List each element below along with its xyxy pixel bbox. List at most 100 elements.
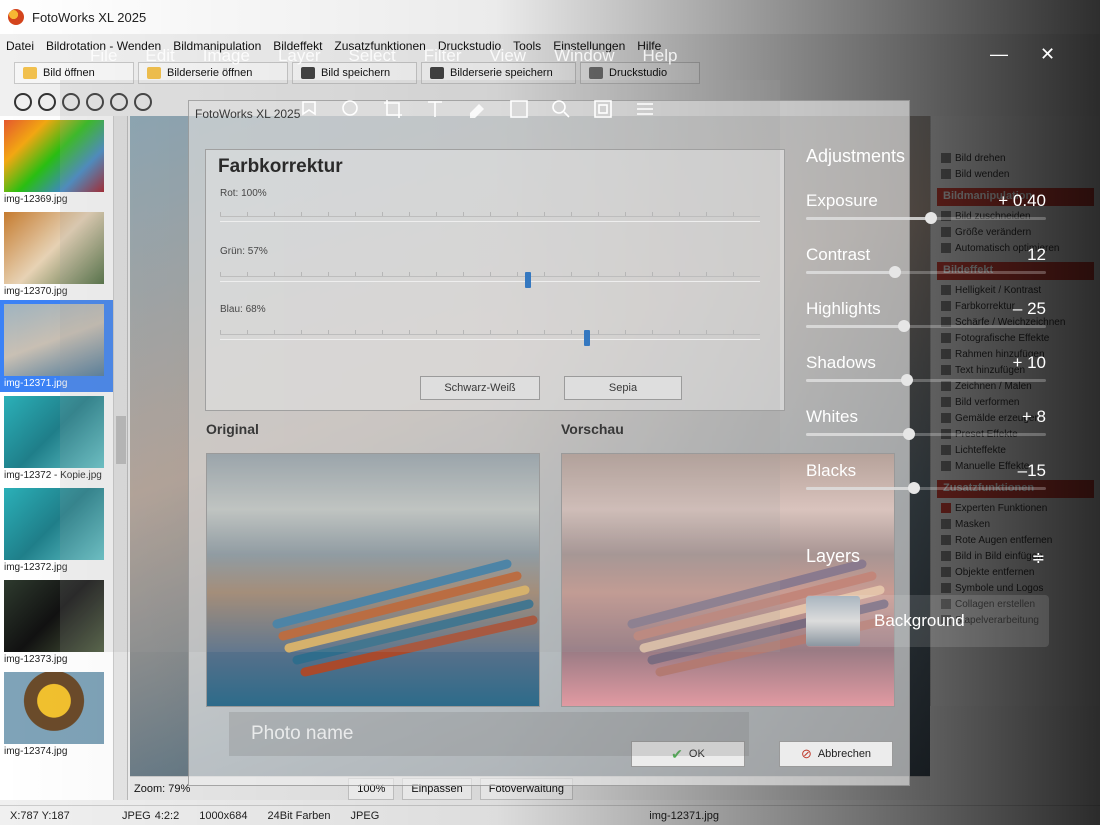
exposure-label: Exposure xyxy=(806,191,878,210)
thumbnail-caption: img-12371.jpg xyxy=(4,378,68,389)
open-image-label: Bild öffnen xyxy=(43,67,95,79)
zoom-label: Zoom: 79% xyxy=(134,782,191,795)
shadows-slider[interactable]: Shadows + 10 xyxy=(806,353,1056,407)
red-slider-label: Rot: 100% xyxy=(220,188,267,199)
editor-menu-view[interactable]: View xyxy=(490,46,527,66)
contrast-handle[interactable] xyxy=(888,266,901,278)
panel-item[interactable]: Masken xyxy=(937,516,1094,532)
thumbnail-caption: img-12370.jpg xyxy=(4,286,68,297)
contrast-slider[interactable]: Contrast 12 xyxy=(806,245,1056,299)
layers-title: Layers xyxy=(806,546,861,566)
highlights-slider[interactable]: Highlights – 25 xyxy=(806,299,1056,353)
editor-menu-select[interactable]: Select xyxy=(348,46,395,66)
file-name: img-12371.jpg xyxy=(649,809,719,822)
thumbnail-item[interactable]: img-12369.jpg xyxy=(0,116,127,208)
flip-icon[interactable] xyxy=(110,93,128,111)
dialog-title: FotoWorks XL 2025 xyxy=(195,107,301,121)
black-white-button[interactable]: Schwarz-Weiß xyxy=(420,376,540,400)
editor-menu-edit[interactable]: Edit xyxy=(145,46,174,66)
chroma-sampling: 4:2:2 xyxy=(154,809,180,822)
panel-item-label: Masken xyxy=(955,518,991,530)
editor-menu-help[interactable]: Help xyxy=(643,46,678,66)
panel-item-label: Objekte entfernen xyxy=(955,566,1035,578)
thumbnail-item[interactable]: img-12370.jpg xyxy=(0,208,127,300)
whites-slider[interactable]: Whites + 8 xyxy=(806,407,1056,461)
highlights-fill xyxy=(806,325,905,328)
sliders-icon[interactable] xyxy=(634,98,656,120)
rectangle-icon[interactable] xyxy=(508,98,530,120)
scrollbar-thumb[interactable] xyxy=(116,416,126,464)
thumbnail-item-selected[interactable]: img-12371.jpg xyxy=(0,300,127,392)
rotate-right-icon[interactable] xyxy=(38,93,56,111)
rotate-cw-icon[interactable] xyxy=(86,93,104,111)
thumbnail-item[interactable]: img-12372.jpg xyxy=(0,484,127,576)
thumbnail-item[interactable]: img-12374.jpg xyxy=(0,668,127,760)
blacks-label: Blacks xyxy=(806,461,857,480)
fit-screen-icon[interactable] xyxy=(592,98,614,120)
search-icon[interactable] xyxy=(340,98,362,120)
eye-icon xyxy=(941,535,951,545)
thumbnail-item[interactable]: img-12373.jpg xyxy=(0,576,127,668)
rotate-ccw-icon[interactable] xyxy=(62,93,80,111)
panel-item[interactable]: Symbole und Logos xyxy=(937,580,1094,596)
close-button[interactable]: ✕ xyxy=(1040,44,1055,65)
contrast-fill xyxy=(806,271,895,274)
blue-slider-knob[interactable] xyxy=(584,330,591,346)
blue-slider-track[interactable] xyxy=(220,334,760,340)
editor-menu-window[interactable]: Window xyxy=(554,46,614,66)
crop-icon[interactable] xyxy=(382,98,404,120)
sepia-button[interactable]: Sepia xyxy=(564,376,682,400)
color-correction-dialog: FotoWorks XL 2025 Farbkorrektur Rot: 100… xyxy=(188,100,910,786)
shadows-fill xyxy=(806,379,907,382)
pencils-graphic xyxy=(272,559,538,677)
rotate-left-icon[interactable] xyxy=(14,93,32,111)
layers-panel-header: Layers ≑ xyxy=(806,546,1051,567)
original-label: Original xyxy=(206,421,259,437)
cancel-label: Abbrechen xyxy=(817,748,872,760)
thumbnail-image xyxy=(4,672,104,744)
green-slider-knob[interactable] xyxy=(524,272,531,288)
blacks-slider[interactable]: Blacks –15 xyxy=(806,461,1056,515)
shadows-handle[interactable] xyxy=(900,374,913,386)
highlights-handle[interactable] xyxy=(898,320,911,332)
minimize-button[interactable]: — xyxy=(990,44,1008,65)
mirror-icon[interactable] xyxy=(134,93,152,111)
blue-slider-label: Blau: 68% xyxy=(220,304,266,315)
thumbnail-item[interactable]: img-12372 - Kopie.jpg xyxy=(0,392,127,484)
menu-datei[interactable]: Datei xyxy=(6,39,34,53)
zoom-icon[interactable] xyxy=(550,98,572,120)
eraser-icon[interactable] xyxy=(466,98,488,120)
photo-name-field[interactable]: Photo name xyxy=(229,712,749,756)
editor-menu-layer[interactable]: Layer xyxy=(278,46,321,66)
image-format: JPEG xyxy=(122,809,151,822)
thumbnail-image xyxy=(4,580,104,652)
exposure-fill xyxy=(806,217,931,220)
editor-menu-bar: File Edit Image Layer Select Filter View… xyxy=(90,46,678,66)
thumbnail-image xyxy=(4,488,104,560)
layers-menu-icon[interactable]: ≑ xyxy=(1032,548,1045,568)
red-slider-track[interactable] xyxy=(220,216,760,222)
thumbnail-scrollbar[interactable] xyxy=(113,116,127,800)
symbol-icon xyxy=(941,583,951,593)
cancel-button[interactable]: ⊘ Abbrechen xyxy=(779,741,893,767)
green-slider-track[interactable] xyxy=(220,276,760,282)
layer-name: Background xyxy=(874,611,965,630)
layer-item-background[interactable]: Background xyxy=(806,595,1049,647)
panel-item-label: Rote Augen entfernen xyxy=(955,534,1053,546)
editor-menu-image[interactable]: Image xyxy=(203,46,250,66)
cancel-icon: ⊘ xyxy=(800,746,812,761)
blacks-handle[interactable] xyxy=(908,482,920,494)
lasso-icon[interactable] xyxy=(298,98,320,120)
original-photo xyxy=(206,453,540,707)
whites-handle[interactable] xyxy=(903,428,916,440)
editor-menu-filter[interactable]: Filter xyxy=(424,46,462,66)
highlights-label: Highlights xyxy=(806,299,881,318)
layer-thumbnail xyxy=(806,596,860,646)
editor-menu-file[interactable]: File xyxy=(90,46,117,66)
print-studio-label: Druckstudio xyxy=(609,67,668,79)
exposure-handle[interactable] xyxy=(924,212,937,224)
exposure-slider[interactable]: Exposure + 0.40 xyxy=(806,191,1056,245)
text-icon[interactable] xyxy=(424,98,446,120)
title-bar: FotoWorks XL 2025 xyxy=(0,0,1100,34)
folder-icon xyxy=(23,67,37,79)
